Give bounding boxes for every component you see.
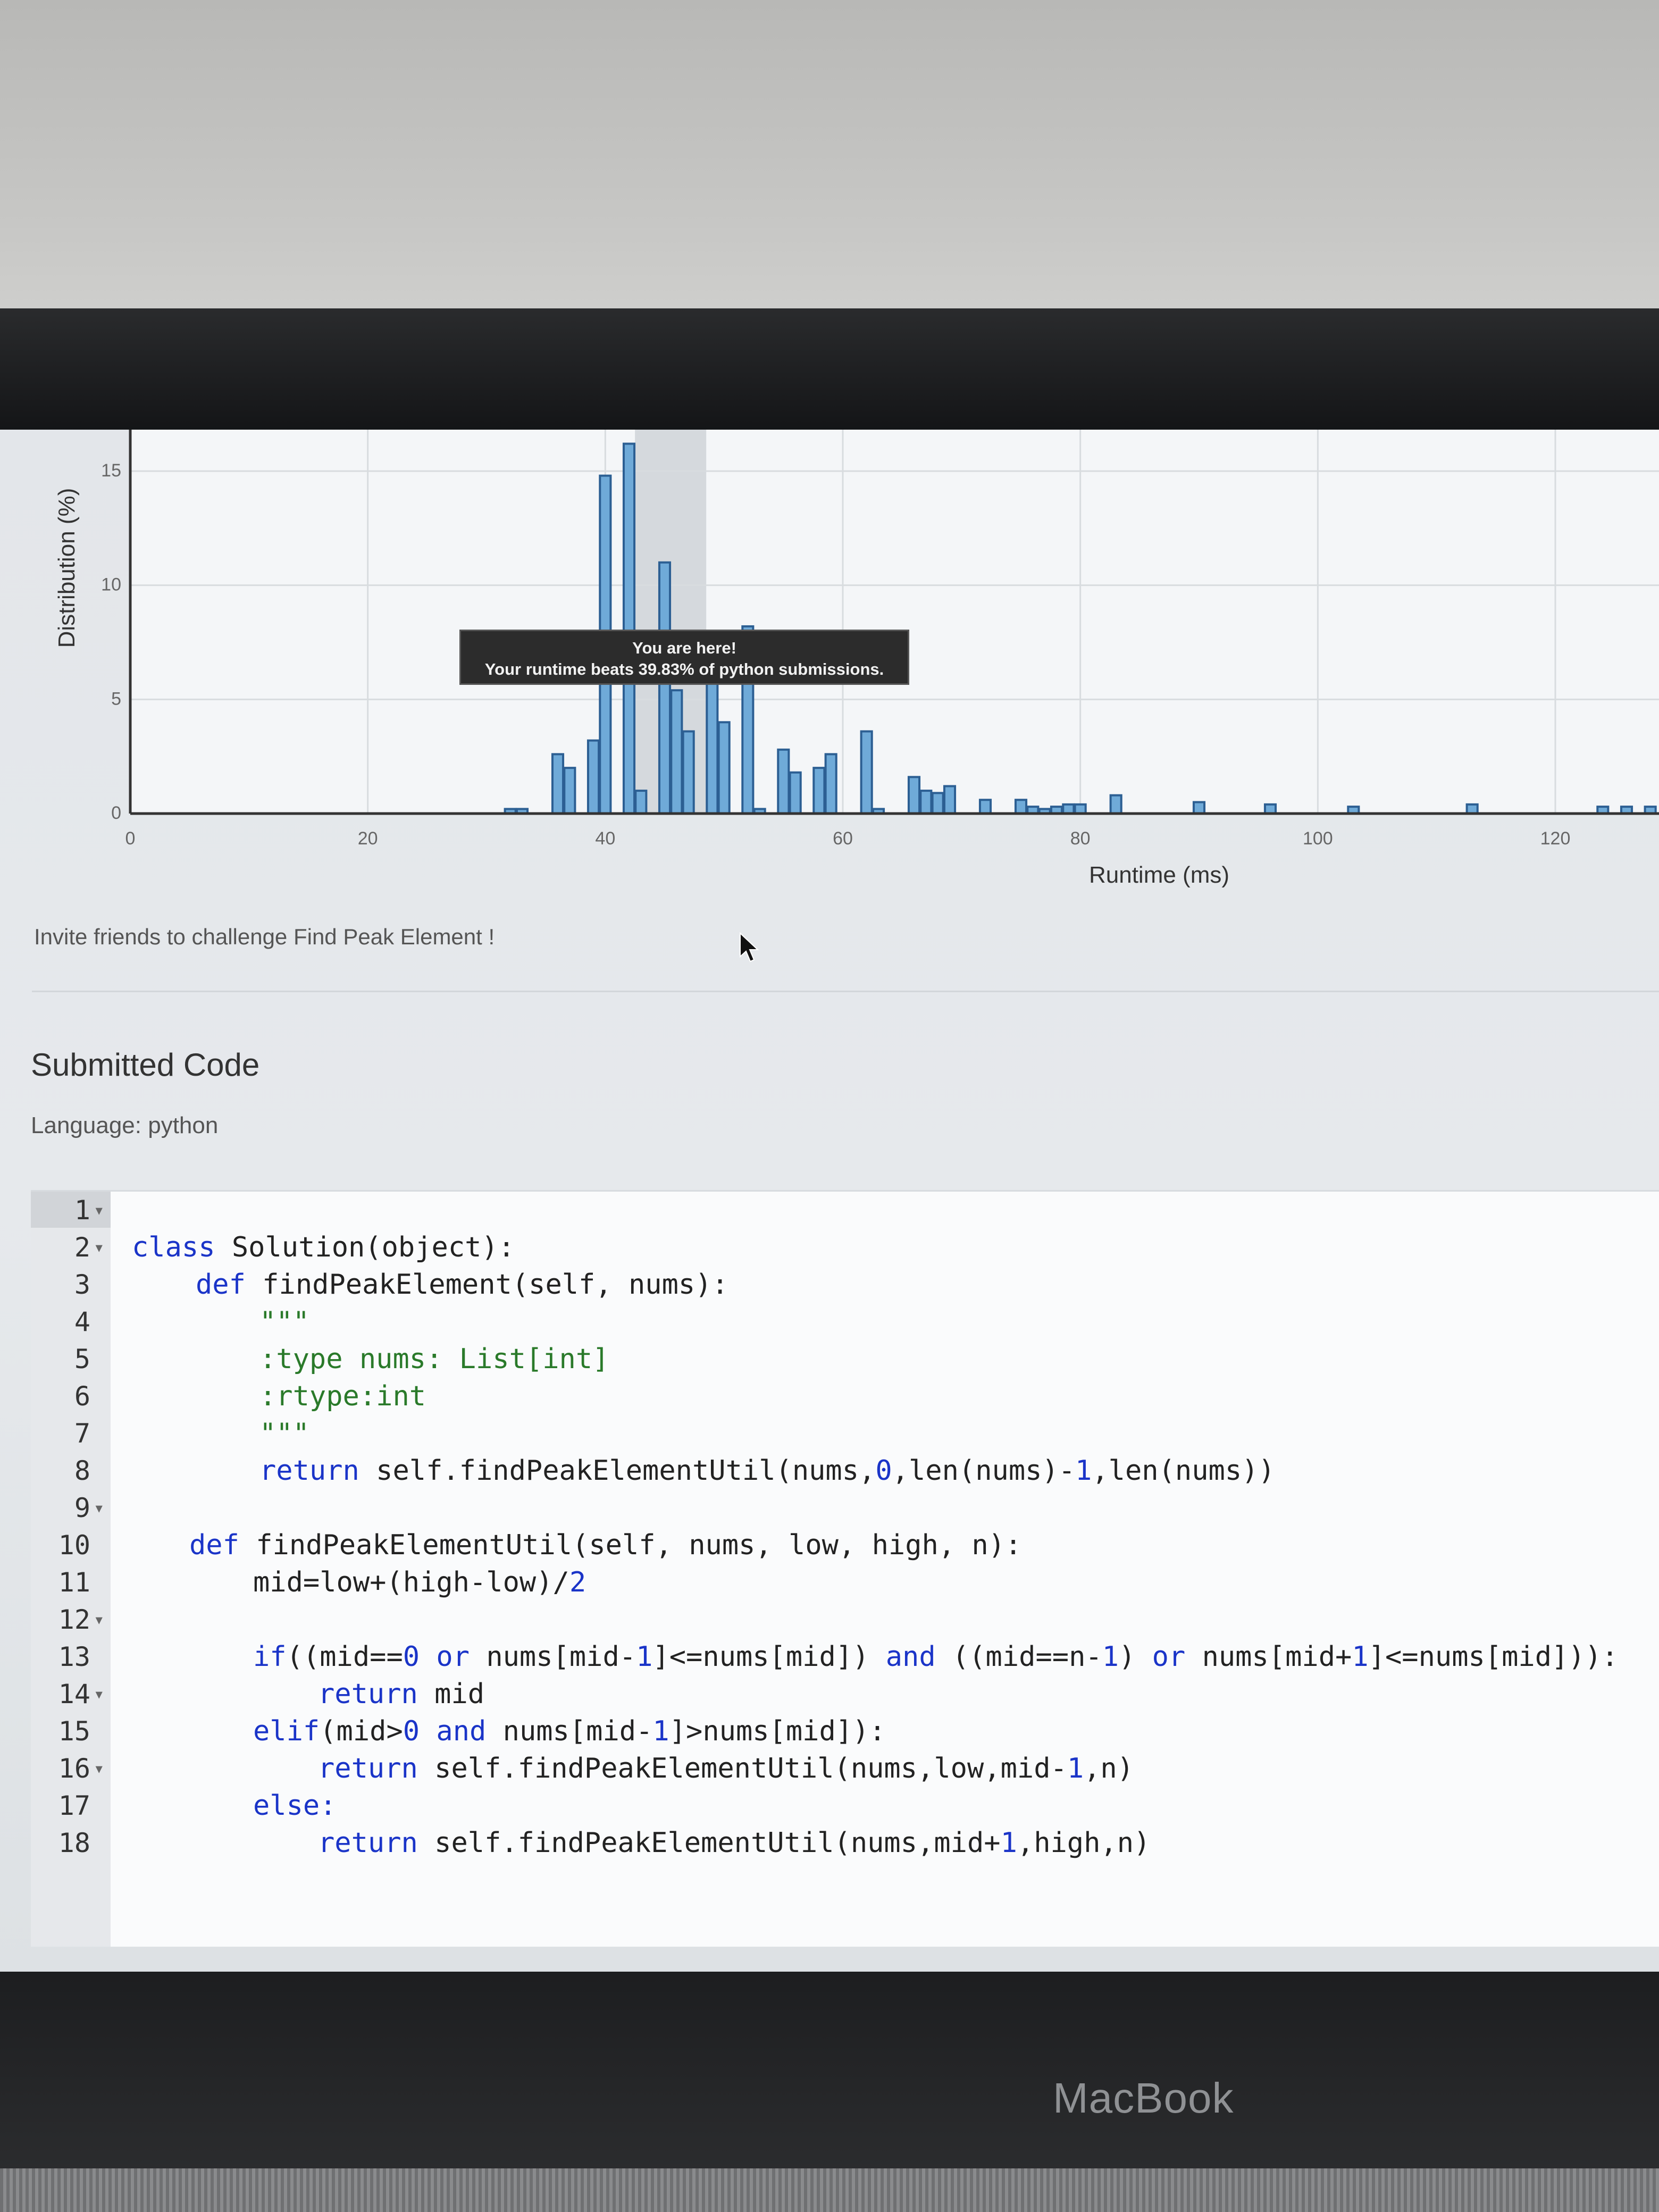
x-tick-label: 120: [1540, 828, 1571, 849]
code-line-6[interactable]: """: [31, 1378, 1659, 1449]
distribution-bar[interactable]: [1465, 803, 1479, 815]
distribution-bar[interactable]: [789, 771, 802, 815]
code-line-18[interactable]: [31, 1824, 1659, 1862]
distribution-bar[interactable]: [1062, 803, 1075, 815]
x-tick-label: 20: [358, 828, 378, 849]
code-line-2[interactable]: def findPeakElement(self, nums):: [31, 1229, 1659, 1301]
runtime-tooltip: You are here! Your runtime beats 39.83% …: [459, 630, 909, 685]
code-line-13[interactable]: return mid: [31, 1638, 1659, 1710]
distribution-bar[interactable]: [919, 790, 933, 815]
distribution-bar[interactable]: [931, 792, 944, 815]
distribution-bar[interactable]: [907, 776, 921, 815]
background-wall: [0, 0, 1659, 319]
distribution-bar[interactable]: [634, 790, 648, 815]
macbook-logo-text: MacBook: [1053, 2074, 1234, 2122]
plot-area: [130, 430, 1659, 814]
language-info: Language: python: [31, 1112, 218, 1139]
mouse-pointer-icon: [740, 932, 759, 962]
distribution-bar[interactable]: [824, 753, 837, 815]
code-line-10[interactable]: mid=low+(high-low)/2: [31, 1527, 1659, 1598]
x-tick-label: 100: [1303, 828, 1333, 849]
distribution-bar[interactable]: [551, 753, 565, 815]
x-tick-label: 80: [1070, 828, 1091, 849]
distribution-bar[interactable]: [563, 767, 576, 815]
screen-bezel-top: [0, 308, 1659, 431]
code-line-16[interactable]: else:: [31, 1750, 1659, 1822]
y-tick-label: 5: [111, 689, 121, 709]
section-divider: [32, 991, 1659, 992]
x-axis-title: Runtime (ms): [1089, 862, 1229, 888]
browser-screen: 0 20 40 60 80 100 120 0 5 10 15 Runtime (ms) Distrib…: [0, 430, 1659, 1972]
distribution-bar[interactable]: [1192, 801, 1206, 815]
code-line-15[interactable]: return self.findPeakElementUtil(nums,low…: [31, 1713, 1659, 1784]
code-line-3[interactable]: """: [31, 1266, 1659, 1338]
language-label: Language:: [31, 1112, 141, 1138]
tooltip-text: Your runtime beats 39.83% of python subm…: [484, 660, 884, 678]
distribution-bar[interactable]: [943, 785, 957, 815]
code-line-11[interactable]: [31, 1564, 1659, 1601]
y-tick-label: 0: [111, 803, 121, 823]
y-axis-title: Distribution (%): [54, 488, 80, 648]
y-tick-label: 15: [101, 460, 121, 481]
invite-friends-link[interactable]: Invite friends to challenge Find Peak El…: [34, 924, 495, 950]
code-line-4[interactable]: :type nums: List[int]: [31, 1303, 1659, 1375]
x-tick-label: 0: [125, 828, 136, 849]
code-line-1[interactable]: class Solution(object):: [31, 1192, 1659, 1263]
code-line-8[interactable]: [31, 1452, 1659, 1489]
distribution-bar[interactable]: [717, 721, 731, 815]
distribution-bar[interactable]: [706, 682, 719, 815]
distribution-bar[interactable]: [777, 748, 790, 815]
code-line-5[interactable]: :rtype:int: [31, 1340, 1659, 1412]
distribution-bar[interactable]: [1074, 803, 1087, 815]
code-line-7[interactable]: return self.findPeakElementUtil(nums,0,l…: [31, 1415, 1659, 1487]
laptop-hinge: [0, 2168, 1659, 2212]
language-value: python: [148, 1112, 219, 1138]
x-tick-label: 60: [833, 828, 853, 849]
code-line-9[interactable]: def findPeakElementUtil(self, nums, low,…: [31, 1489, 1659, 1561]
distribution-bar[interactable]: [682, 730, 695, 815]
screen-bezel-bottom: [0, 1973, 1659, 2169]
distribution-bar[interactable]: [670, 689, 683, 815]
x-tick-label: 40: [595, 828, 615, 849]
distribution-bar[interactable]: [1109, 794, 1122, 815]
distribution-bar[interactable]: [622, 442, 636, 815]
code-line-12[interactable]: if((mid==0 or nums[mid-1]<=nums[mid]) an…: [31, 1601, 1659, 1673]
chart-grid: [129, 430, 1659, 815]
distribution-bar[interactable]: [1263, 803, 1277, 815]
submitted-code-title: Submitted Code: [31, 1047, 260, 1083]
distribution-bar[interactable]: [978, 799, 992, 815]
distribution-bar[interactable]: [812, 767, 826, 815]
distribution-bar[interactable]: [1014, 799, 1028, 815]
code-editor[interactable]: 1 ▾ 2 ▾ 3 4 5 6 7 8 9 ▾ 10 11 12 ▾ 13 14 ▾ 15 16 ▾ 17 18 class …: [31, 1190, 1659, 1947]
code-line-14[interactable]: elif(mid>0 and nums[mid-1]>nums[mid]):: [31, 1675, 1659, 1747]
tooltip-title: You are here!: [632, 639, 736, 657]
distribution-bar[interactable]: [586, 739, 600, 815]
y-tick-label: 10: [101, 575, 121, 595]
distribution-bar[interactable]: [860, 730, 873, 815]
code-line-17[interactable]: return self.findPeakElementUtil(nums,mid…: [31, 1787, 1659, 1859]
distribution-bar[interactable]: [658, 561, 672, 815]
